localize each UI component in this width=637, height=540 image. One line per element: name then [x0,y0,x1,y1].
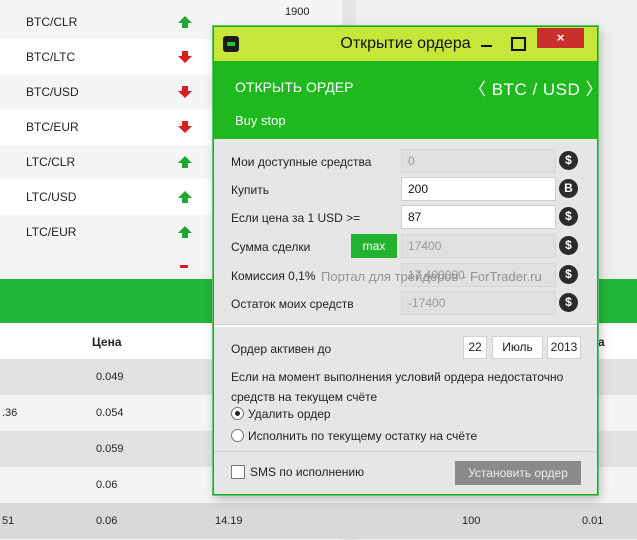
active-until-label: Ордер активен до [231,342,332,356]
price-condition-input[interactable]: 87 [401,205,556,229]
option-execute-label: Исполнить по текущему остатку на счёте [248,429,478,443]
order-header: ОТКРЫТЬ ОРДЕР 〈 BTC / USD 〉 Buy stop [214,61,603,139]
buy-amount-input[interactable]: 200 [401,177,556,201]
remaining-funds-row: Остаток моих средств -17400 $ [214,289,597,317]
dollar-coin-icon: $ [559,265,578,284]
pair-name: BTC/EUR [26,120,79,134]
pair-name: BTC/LTC [26,50,76,64]
arrow-up-icon [178,191,192,203]
available-funds-row: Мои доступные средства 0 $ [214,147,597,175]
arrow-down-icon [178,121,192,133]
watermark-text: Портал для трейдеров - ForTrader.ru [321,269,542,284]
sms-label: SMS по исполнению [250,465,365,479]
price-column-header: Цена [92,335,122,349]
radio-icon[interactable] [231,429,244,442]
available-funds-field: 0 [401,149,556,173]
option-delete-label: Удалить ордер [248,407,331,421]
table-cell: .36 [2,407,18,419]
pair-value: 1900 [285,6,310,18]
deal-sum-label: Сумма сделки [231,240,311,254]
deal-sum-row: Сумма сделки max 17400 $ [214,232,597,260]
pair-name: LTC/CLR [26,155,76,169]
order-conditions: Ордер активен до 22 Июль 2013 Если на мо… [214,327,597,451]
pair-name: LTC/USD [26,190,77,204]
pair-name: BTC/CLR [26,15,78,29]
insufficient-funds-text: Если на момент выполнения условий ордера… [231,370,564,404]
partial-arrow-icon [180,265,188,268]
dollar-coin-icon: $ [559,236,578,255]
fee-row: Комиссия 0,1% 17.400000 $ Портал для тре… [214,261,597,289]
available-funds-label: Мои доступные средства [231,155,372,169]
pair-name: LTC/EUR [26,225,77,239]
sms-checkbox[interactable] [231,465,245,479]
maximize-button[interactable] [506,33,528,53]
open-order-dialog: Открытие ордера × ОТКРЫТЬ ОРДЕР 〈 BTC / … [213,26,603,495]
deal-sum-field: 17400 [401,234,556,258]
fee-label: Комиссия 0,1% [231,269,316,283]
day-selector[interactable]: 22 [463,336,487,359]
radio-selected-icon[interactable] [231,407,244,420]
table-cell: 0.054 [96,407,124,419]
table-cell: 14.19 [215,515,243,527]
table-cell: 0.059 [96,443,124,455]
table-cell: 0.049 [96,371,124,383]
dollar-coin-icon: $ [559,151,578,170]
order-form: Мои доступные средства 0 $ Купить 200 B … [214,139,597,325]
month-selector[interactable]: Июль [492,336,543,359]
arrow-up-icon [178,226,192,238]
option-execute-remaining[interactable]: Исполнить по текущему остатку на счёте [231,429,477,443]
year-selector[interactable]: 2013 [547,336,581,359]
dialog-footer: SMS по исполнению Установить ордер [214,451,597,494]
table-cell: 0.01 [582,515,604,527]
remaining-funds-field: -17400 [401,291,556,315]
table-cell: 51 [2,515,15,527]
table-cell: 0.06 [96,479,118,491]
price-condition-row: Если цена за 1 USD >= 87 $ [214,203,597,231]
order-heading: ОТКРЫТЬ ОРДЕР [235,79,354,95]
order-type[interactable]: Buy stop [235,113,286,128]
dollar-coin-icon: $ [559,207,578,226]
pair-name: BTC/USD [26,85,79,99]
arrow-down-icon [178,51,192,63]
dollar-coin-icon: $ [559,293,578,312]
pair-selector[interactable]: 〈 BTC / USD 〉 [469,75,603,100]
table-row[interactable]: 51 0.06 14.19 100 0.01 [0,503,637,539]
price-condition-label: Если цена за 1 USD >= [231,211,361,225]
table-cell: 100 [462,515,481,527]
arrow-up-icon [178,156,192,168]
right-column-header: а [598,335,605,349]
bitcoin-coin-icon: B [559,179,578,198]
buy-row: Купить 200 B [214,175,597,203]
arrow-down-icon [178,86,192,98]
set-order-button[interactable]: Установить ордер [455,461,581,485]
close-button[interactable]: × [537,28,584,48]
buy-label: Купить [231,183,269,197]
option-delete-order[interactable]: Удалить ордер [231,407,331,421]
arrow-up-icon [178,16,192,28]
table-cell: 0.06 [96,515,118,527]
remaining-funds-label: Остаток моих средств [231,297,354,311]
max-button[interactable]: max [351,234,397,258]
minimize-button[interactable] [476,33,498,53]
dialog-titlebar[interactable]: Открытие ордера × [214,27,597,61]
